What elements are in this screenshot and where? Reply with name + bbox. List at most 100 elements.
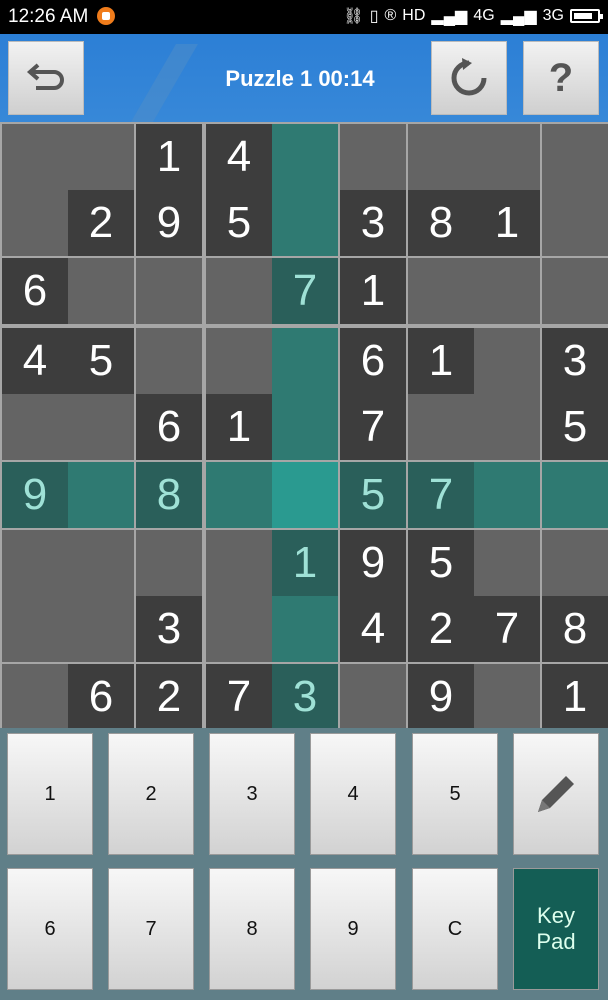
sudoku-board: 14 295 381 6 71 45 61 3 61 7 59 8 57 195…	[0, 122, 608, 730]
board-cell-r9-c7[interactable]: 9	[408, 664, 474, 730]
board-cell-r1-c4[interactable]: 4	[206, 124, 272, 190]
board-cell-r2-c4[interactable]: 5	[206, 190, 272, 256]
board-cell-r3-c1[interactable]: 6	[2, 258, 68, 324]
board-cell-r5-c4[interactable]: 1	[206, 394, 272, 460]
board-cell-r5-c2[interactable]	[68, 394, 134, 460]
board-cell-r9-c3[interactable]: 2	[136, 664, 202, 730]
board-cell-r6-c7[interactable]: 7	[408, 462, 474, 528]
board-cell-r1-c5[interactable]	[272, 124, 338, 190]
board-cell-r8-c2[interactable]	[68, 596, 134, 662]
board-cell-r5-c7[interactable]	[408, 394, 474, 460]
key-8[interactable]: 8	[209, 868, 295, 990]
board-cell-r2-c3[interactable]: 9	[136, 190, 202, 256]
link-icon: ⛓	[343, 8, 364, 25]
board-cell-r4-c1[interactable]: 4	[2, 328, 68, 394]
board-cell-r5-c6[interactable]: 7	[340, 394, 406, 460]
board-cell-r3-c8[interactable]	[474, 258, 540, 324]
board-cell-r1-c1[interactable]	[2, 124, 68, 190]
board-cell-r4-c4[interactable]	[206, 328, 272, 394]
key-6[interactable]: 6	[7, 868, 93, 990]
board-cell-r4-c6[interactable]: 6	[340, 328, 406, 394]
board-cell-r6-c9[interactable]	[542, 462, 608, 528]
board-cell-r2-c9[interactable]	[542, 190, 608, 256]
board-cell-r1-c8[interactable]	[474, 124, 540, 190]
undo-button[interactable]	[8, 41, 84, 115]
board-cell-r6-c2[interactable]	[68, 462, 134, 528]
board-cell-r6-c6[interactable]: 5	[340, 462, 406, 528]
board-cell-r3-c3[interactable]	[136, 258, 202, 324]
board-cell-r7-c5[interactable]: 1	[272, 530, 338, 596]
board-cell-r7-c4[interactable]	[206, 530, 272, 596]
board-cell-r6-c1[interactable]: 9	[2, 462, 68, 528]
board-cell-r1-c6[interactable]	[340, 124, 406, 190]
board-cell-r8-c5[interactable]	[272, 596, 338, 662]
board-cell-r6-c3[interactable]: 8	[136, 462, 202, 528]
board-cell-r5-c5[interactable]	[272, 394, 338, 460]
board-cell-r2-c5[interactable]	[272, 190, 338, 256]
board-cell-r1-c3[interactable]: 1	[136, 124, 202, 190]
key-1[interactable]: 1	[7, 733, 93, 855]
board-cell-r5-c1[interactable]	[2, 394, 68, 460]
board-cell-r6-c5[interactable]	[272, 462, 338, 528]
board-cell-r8-c3[interactable]: 3	[136, 596, 202, 662]
board-cell-r7-c6[interactable]: 9	[340, 530, 406, 596]
board-cell-r7-c3[interactable]	[136, 530, 202, 596]
board-cell-r9-c8[interactable]	[474, 664, 540, 730]
key-9[interactable]: 9	[310, 868, 396, 990]
board-cell-r9-c9[interactable]: 1	[542, 664, 608, 730]
board-cell-r3-c5[interactable]: 7	[272, 258, 338, 324]
board-cell-r6-c4[interactable]	[206, 462, 272, 528]
board-cell-r2-c1[interactable]	[2, 190, 68, 256]
board-cell-r8-c7[interactable]: 2	[408, 596, 474, 662]
board-cell-r1-c7[interactable]	[408, 124, 474, 190]
board-cell-r3-c2[interactable]	[68, 258, 134, 324]
board-cell-r4-c9[interactable]: 3	[542, 328, 608, 394]
board-cell-r9-c1[interactable]	[2, 664, 68, 730]
board-cell-r8-c1[interactable]	[2, 596, 68, 662]
network-3g-label: 3G	[542, 7, 564, 24]
keypad-toggle-button[interactable]: Key Pad	[513, 868, 599, 990]
board-cell-r3-c7[interactable]	[408, 258, 474, 324]
board-cell-r9-c6[interactable]	[340, 664, 406, 730]
key-2[interactable]: 2	[108, 733, 194, 855]
board-cell-r2-c2[interactable]: 2	[68, 190, 134, 256]
board-cell-r7-c8[interactable]	[474, 530, 540, 596]
key-5[interactable]: 5	[412, 733, 498, 855]
board-cell-r8-c4[interactable]	[206, 596, 272, 662]
board-cell-r4-c8[interactable]	[474, 328, 540, 394]
help-button[interactable]: ?	[523, 41, 599, 115]
board-cell-r3-c4[interactable]	[206, 258, 272, 324]
board-cell-r3-c6[interactable]: 1	[340, 258, 406, 324]
board-cell-r4-c3[interactable]	[136, 328, 202, 394]
board-cell-r5-c3[interactable]: 6	[136, 394, 202, 460]
key-3[interactable]: 3	[209, 733, 295, 855]
board-cell-r1-c2[interactable]	[68, 124, 134, 190]
board-cell-r2-c8[interactable]: 1	[474, 190, 540, 256]
restart-button[interactable]	[431, 41, 507, 115]
board-cell-r5-c8[interactable]	[474, 394, 540, 460]
board-cell-r3-c9[interactable]	[542, 258, 608, 324]
board-cell-r4-c7[interactable]: 1	[408, 328, 474, 394]
board-cell-r1-c9[interactable]	[542, 124, 608, 190]
signal-icon: ▂▄▆	[431, 8, 468, 25]
board-cell-r6-c8[interactable]	[474, 462, 540, 528]
pencil-mode-button[interactable]	[513, 733, 599, 855]
board-cell-r8-c8[interactable]: 7	[474, 596, 540, 662]
key-7[interactable]: 7	[108, 868, 194, 990]
board-cell-r9-c4[interactable]: 7	[206, 664, 272, 730]
board-cell-r8-c6[interactable]: 4	[340, 596, 406, 662]
board-cell-r4-c5[interactable]	[272, 328, 338, 394]
board-cell-r9-c5[interactable]: 3	[272, 664, 338, 730]
board-cell-r7-c7[interactable]: 5	[408, 530, 474, 596]
board-cell-r7-c2[interactable]	[68, 530, 134, 596]
board-cell-r9-c2[interactable]: 6	[68, 664, 134, 730]
board-cell-r5-c9[interactable]: 5	[542, 394, 608, 460]
board-cell-r4-c2[interactable]: 5	[68, 328, 134, 394]
board-cell-r2-c7[interactable]: 8	[408, 190, 474, 256]
board-cell-r8-c9[interactable]: 8	[542, 596, 608, 662]
board-cell-r2-c6[interactable]: 3	[340, 190, 406, 256]
board-cell-r7-c9[interactable]	[542, 530, 608, 596]
key-c[interactable]: C	[412, 868, 498, 990]
key-4[interactable]: 4	[310, 733, 396, 855]
board-cell-r7-c1[interactable]	[2, 530, 68, 596]
